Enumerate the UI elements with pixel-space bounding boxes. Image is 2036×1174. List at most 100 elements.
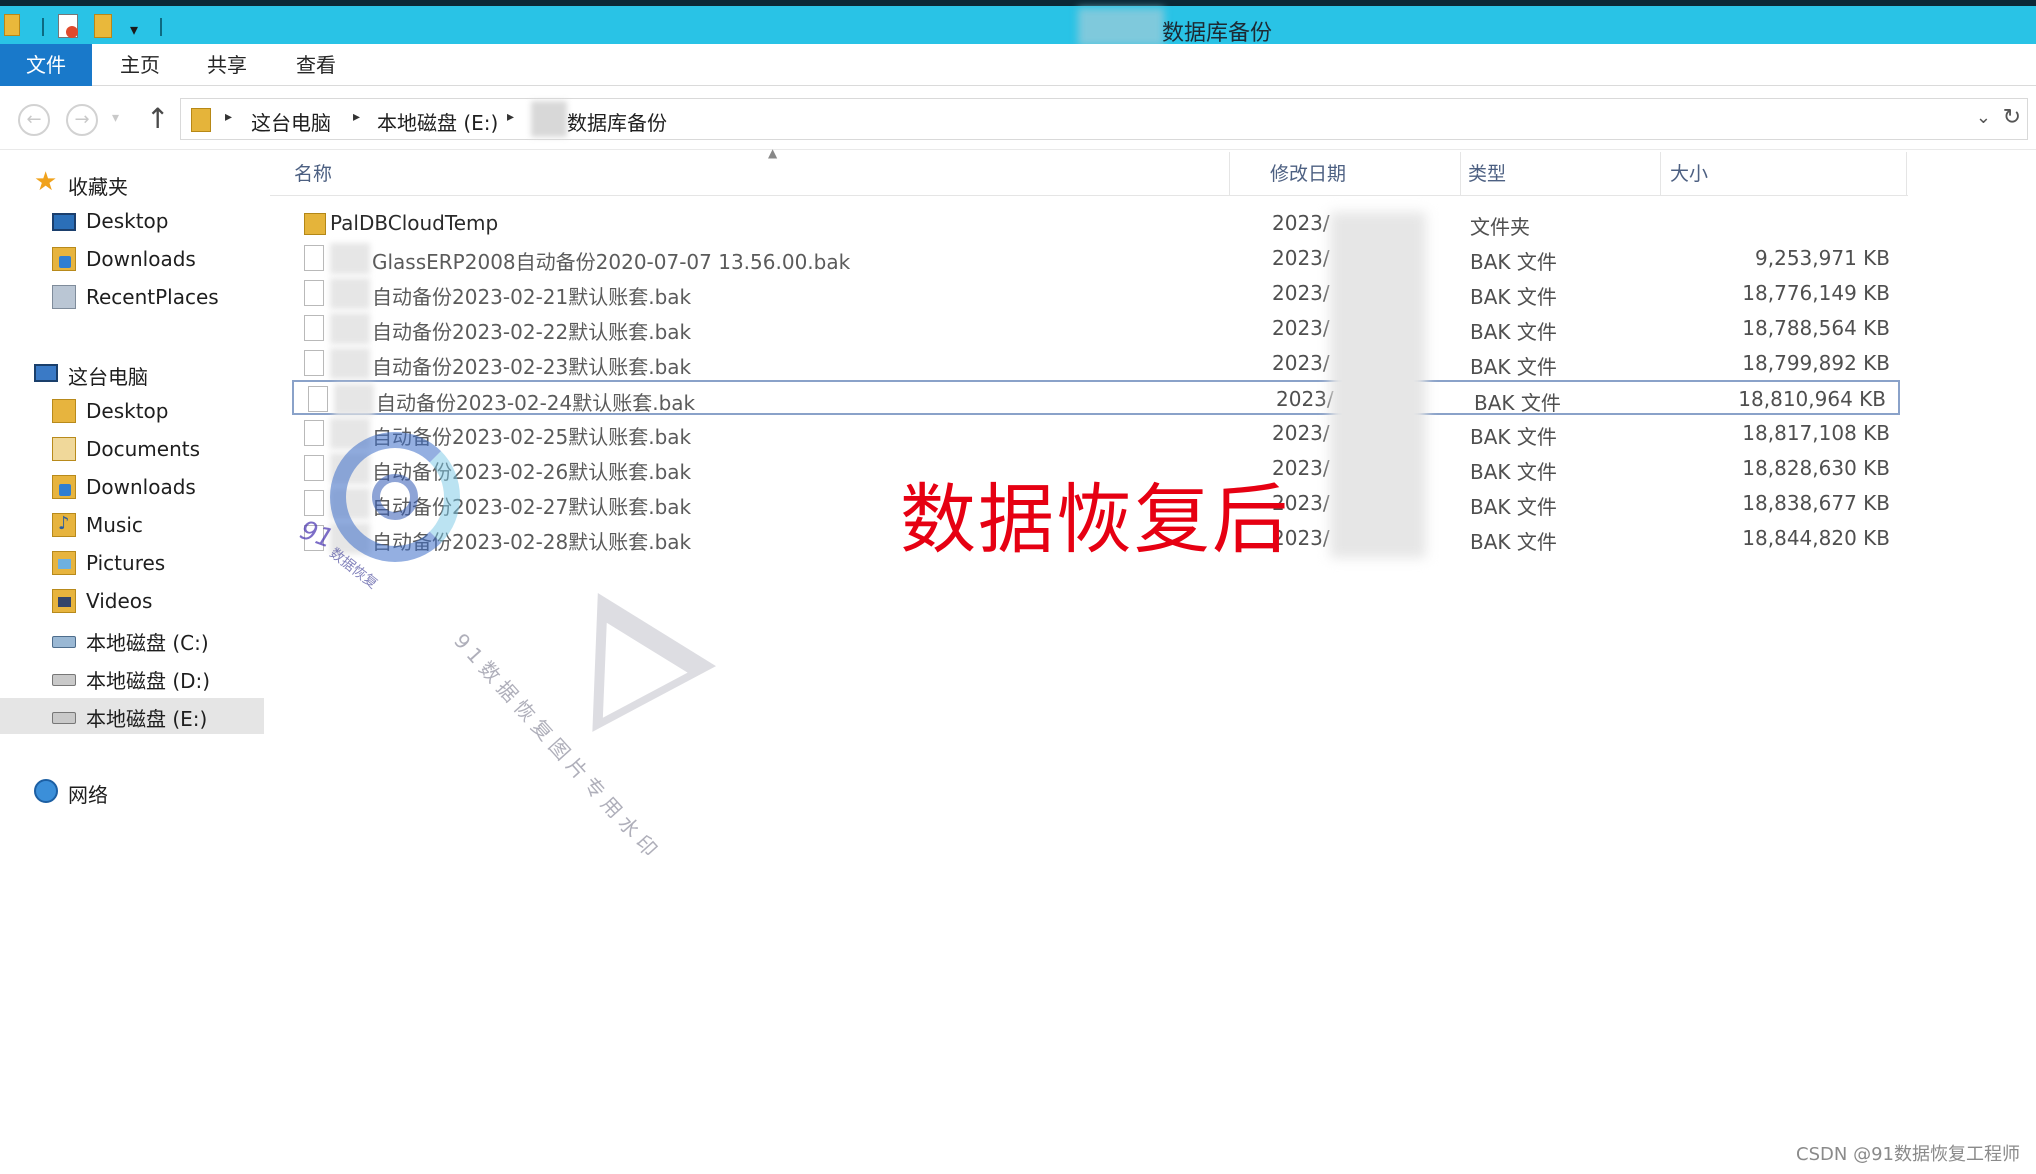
file-type: BAK 文件 (1470, 530, 1557, 554)
file-icon (304, 315, 324, 341)
column-header-size[interactable]: 大小 (1670, 152, 1908, 196)
file-name: 自动备份2023-02-23默认账套.bak (372, 355, 692, 379)
breadcrumb-separator[interactable]: ▸ (225, 109, 232, 125)
sidebar-item-desktop[interactable]: Desktop (0, 204, 264, 240)
back-button[interactable]: ← (18, 104, 50, 136)
sidebar-item-favorites[interactable]: ★ 收藏夹 (0, 166, 264, 202)
title-bar: ▾ 数据库备份 (0, 0, 2036, 46)
sidebar-item-label: 收藏夹 (68, 175, 128, 199)
redacted-region (1078, 8, 1164, 46)
sidebar-item-this-pc[interactable]: 这台电脑 (0, 356, 264, 392)
sidebar-item-drive-e[interactable]: 本地磁盘 (E:) (0, 698, 264, 734)
star-icon: ★ (34, 167, 58, 197)
column-header-date-modified[interactable]: 修改日期 (1270, 152, 1466, 196)
breadcrumb-separator[interactable]: ▸ (353, 109, 360, 125)
table-row[interactable]: 自动备份2023-02-22默认账套.bak 2023/ BAK 文件 18,7… (290, 311, 1902, 346)
column-divider[interactable] (1660, 152, 1661, 196)
navigation-pane: ★ 收藏夹 Desktop Downloads RecentPlaces 这台电… (0, 150, 266, 1174)
breadcrumb-separator[interactable]: ▸ (507, 109, 514, 125)
redacted-region (330, 243, 370, 274)
navigation-bar: ← → ▾ ↑ ▸ 这台电脑 ▸ 本地磁盘 (E:) ▸ 数据库备份 ⌄ ↻ (0, 88, 2036, 150)
sidebar-item-videos[interactable]: Videos (0, 584, 264, 620)
network-icon (34, 779, 58, 803)
file-date: 2023/ (1272, 281, 1330, 305)
sidebar-item-pictures[interactable]: Pictures (0, 546, 264, 582)
address-history-dropdown[interactable]: ⌄ (1976, 107, 1991, 128)
sidebar-item-label: Desktop (86, 399, 169, 423)
videos-folder-icon (52, 589, 76, 613)
sidebar-item-label: Downloads (86, 475, 196, 499)
column-header-type[interactable]: 类型 (1468, 152, 1666, 196)
tab-file[interactable]: 文件 (0, 44, 92, 86)
breadcrumb-this-pc[interactable]: 这台电脑 (251, 107, 331, 136)
sidebar-item-label: Downloads (86, 247, 196, 271)
file-size: 18,844,820 KB (1742, 526, 1890, 550)
file-size: 18,828,630 KB (1742, 456, 1890, 480)
table-row[interactable]: 自动备份2023-02-23默认账套.bak 2023/ BAK 文件 18,7… (290, 346, 1902, 381)
sidebar-item-downloads[interactable]: Downloads (0, 242, 264, 278)
sidebar-item-network[interactable]: 网络 (0, 774, 264, 810)
column-divider[interactable] (1460, 152, 1461, 196)
file-name: PalDBCloudTemp (330, 211, 499, 235)
table-row[interactable]: GlassERP2008自动备份2020-07-07 13.56.00.bak … (290, 241, 1902, 276)
documents-folder-icon (52, 437, 76, 461)
sidebar-item-drive-c[interactable]: 本地磁盘 (C:) (0, 622, 264, 658)
file-date: 2023/ (1272, 211, 1330, 235)
tab-home[interactable]: 主页 (96, 44, 184, 86)
drive-icon (52, 712, 76, 724)
downloads-folder-icon (52, 247, 76, 271)
ribbon: 文件 主页 共享 查看 (0, 44, 2036, 86)
tab-view[interactable]: 查看 (272, 44, 360, 86)
refresh-icon[interactable]: ↻ (2003, 105, 2021, 130)
sidebar-item-label: 这台电脑 (68, 365, 148, 389)
sidebar-item-label: Documents (86, 437, 201, 461)
file-icon (304, 420, 324, 446)
file-type: BAK 文件 (1470, 460, 1557, 484)
address-bar[interactable]: ▸ 这台电脑 ▸ 本地磁盘 (E:) ▸ 数据库备份 ⌄ ↻ (180, 98, 2028, 140)
file-type: BAK 文件 (1470, 320, 1557, 344)
new-folder-icon[interactable] (94, 14, 112, 38)
table-row-selected[interactable]: 自动备份2023-02-24默认账套.bak 2023/ BAK 文件 18,8… (292, 380, 1900, 415)
breadcrumb-drive-e[interactable]: 本地磁盘 (E:) (377, 107, 498, 136)
file-size: 18,788,564 KB (1742, 316, 1890, 340)
file-icon (308, 386, 328, 412)
file-icon (304, 280, 324, 306)
properties-icon[interactable] (58, 14, 78, 38)
file-icon (304, 350, 324, 376)
file-size: 18,838,677 KB (1742, 491, 1890, 515)
sidebar-item-label: 本地磁盘 (D:) (86, 669, 211, 693)
sidebar-item-label: Videos (86, 589, 153, 613)
column-header-name[interactable]: 名称 (270, 152, 1230, 196)
recent-places-icon (52, 285, 76, 309)
table-row[interactable]: 自动备份2023-02-25默认账套.bak 2023/ BAK 文件 18,8… (290, 416, 1902, 451)
sidebar-item-drive-d[interactable]: 本地磁盘 (D:) (0, 660, 264, 696)
file-date: 2023/ (1272, 351, 1330, 375)
redacted-region (330, 348, 370, 379)
table-row[interactable]: 自动备份2023-02-21默认账套.bak 2023/ BAK 文件 18,7… (290, 276, 1902, 311)
folder-icon (191, 108, 211, 132)
toolbar-divider (160, 18, 162, 36)
system-drive-icon (52, 636, 76, 648)
pictures-folder-icon (52, 551, 76, 575)
desktop-icon (52, 213, 76, 231)
sidebar-item-recent-places[interactable]: RecentPlaces (0, 280, 264, 316)
file-icon (304, 245, 324, 271)
up-button[interactable]: ↑ (146, 102, 169, 135)
table-row[interactable]: PalDBCloudTemp 2023/ 文件夹 (290, 206, 1902, 241)
file-name: GlassERP2008自动备份2020-07-07 13.56.00.bak (372, 250, 851, 274)
sidebar-item-music[interactable]: Music (0, 508, 264, 544)
sidebar-item-pc-desktop[interactable]: Desktop (0, 394, 264, 430)
folder-icon (304, 213, 326, 235)
sidebar-item-pc-downloads[interactable]: Downloads (0, 470, 264, 506)
forward-button[interactable]: → (66, 104, 98, 136)
redacted-region (334, 384, 374, 415)
customize-quick-access-icon[interactable]: ▾ (130, 16, 138, 42)
sidebar-item-documents[interactable]: Documents (0, 432, 264, 468)
column-divider[interactable] (1906, 152, 1907, 196)
breadcrumb-current-folder[interactable]: 数据库备份 (567, 107, 667, 136)
sidebar-item-label: 网络 (68, 783, 108, 807)
recent-locations-button[interactable]: ▾ (112, 110, 119, 126)
file-icon (304, 455, 324, 481)
tab-share[interactable]: 共享 (183, 44, 271, 86)
file-name: 自动备份2023-02-24默认账套.bak (376, 391, 696, 415)
